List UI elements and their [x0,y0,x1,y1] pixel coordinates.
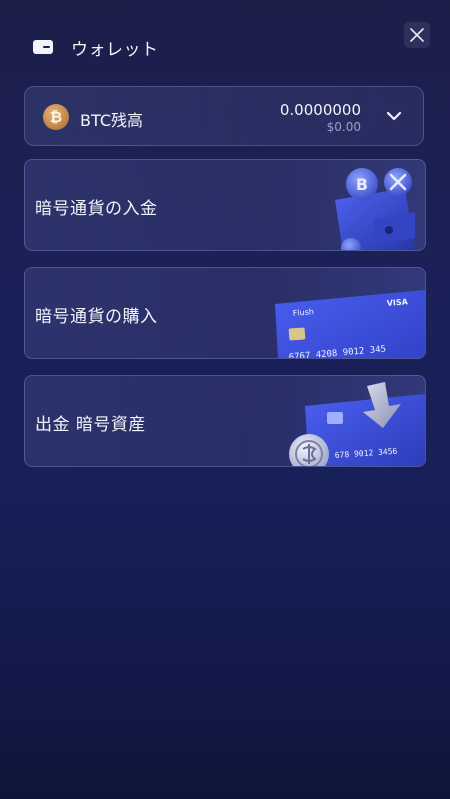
withdraw-illustration: 678 9012 3456 [289,382,425,466]
wallet-icon [33,40,53,54]
buy-crypto-label: 暗号通貨の購入 [35,307,158,327]
deposit-crypto-label: 暗号通貨の入金 [35,199,158,219]
btc-balance-selector[interactable]: ₿ BTC残高 0.0000000 $0.00 [24,86,424,146]
bitcoin-icon: ₿ [43,104,69,130]
close-button[interactable] [404,22,430,48]
balance-amount: 0.0000000 [279,101,361,119]
page-title: ウォレット [71,40,159,60]
svg-text:B: B [356,175,368,194]
withdraw-crypto-button[interactable]: 出金 暗号資産 678 9012 3456 [24,375,426,467]
header: ウォレット [0,0,450,80]
chevron-down-icon [386,111,402,121]
credit-card-illustration: Flush VISA 6767 4208 9012 345 [275,290,425,358]
buy-crypto-button[interactable]: 暗号通貨の購入 Flush VISA 6767 4208 9012 345 [24,267,426,359]
crypto-wallet-illustration: B [335,168,415,250]
withdraw-crypto-label: 出金 暗号資産 [35,415,146,435]
balance-currency-label: BTC残高 [80,111,143,130]
deposit-crypto-button[interactable]: 暗号通貨の入金 B [24,159,426,251]
balance-fiat-value: $0.00 [326,120,361,134]
card-network-text: VISA [386,297,409,308]
card-brand-text: Flush [292,307,314,318]
close-icon [410,28,424,42]
